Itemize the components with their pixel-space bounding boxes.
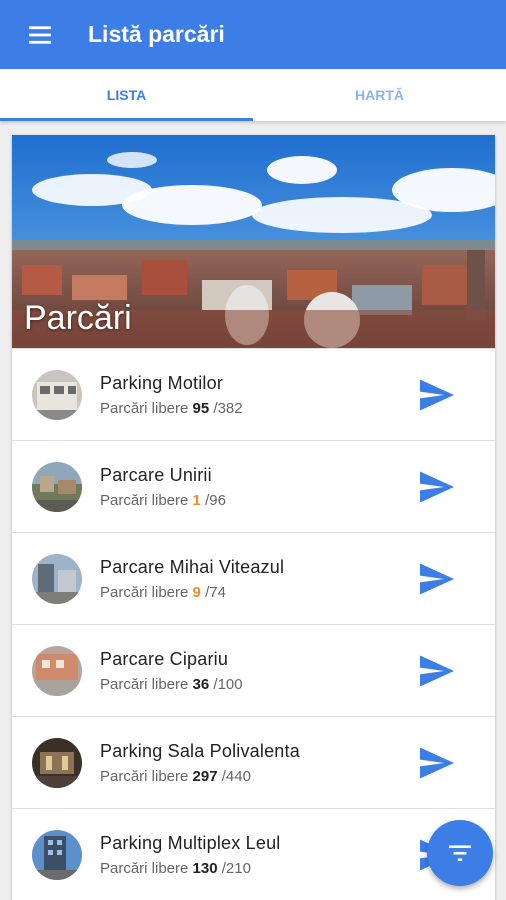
- navigate-button[interactable]: [407, 641, 467, 701]
- parking-thumbnail: [32, 737, 82, 788]
- parking-row-mihai-viteazul[interactable]: Parcare Mihai Viteazul Parcări libere 9 …: [12, 532, 495, 624]
- send-icon: [420, 563, 454, 594]
- filter-fab-button[interactable]: [427, 820, 493, 886]
- navigate-button[interactable]: [407, 457, 467, 517]
- parking-name: Parking Motilor: [100, 372, 224, 393]
- parking-thumbnail: [32, 553, 82, 604]
- filter-icon: [449, 845, 471, 862]
- app-bar: Listă parcări: [0, 0, 506, 69]
- parking-row-cipariu[interactable]: Parcare Cipariu Parcări libere 36 /100: [12, 624, 495, 716]
- parking-name: Parcare Cipariu: [100, 648, 229, 669]
- parking-name: Parking Multiplex Leul: [100, 832, 281, 853]
- parking-name: Parking Sala Polivalenta: [100, 740, 300, 761]
- parking-row-multiplex-leul[interactable]: Parking Multiplex Leul Parcări libere 13…: [12, 808, 495, 900]
- free-count: 95: [192, 399, 210, 417]
- free-count: 36: [192, 675, 210, 693]
- parking-availability: Parcări libere 95 /382: [100, 399, 243, 417]
- parking-row-unirii[interactable]: Parcare Unirii Parcări libere 1 /96: [12, 440, 495, 532]
- free-count: 297: [192, 767, 218, 785]
- hero-banner: Parcări: [12, 135, 495, 348]
- send-icon: [420, 379, 454, 410]
- total-count: /440: [221, 767, 251, 785]
- parking-availability: Parcări libere 297 /440: [100, 767, 251, 785]
- hero-title: Parcări: [24, 299, 132, 337]
- send-icon: [420, 655, 454, 686]
- free-count: 9: [192, 583, 201, 601]
- parking-row-motilor[interactable]: Parking Motilor Parcări libere 95 /382: [12, 348, 495, 440]
- parking-list-card: Parcări Parking Motilor Parcări libere 9…: [12, 135, 495, 900]
- total-count: /210: [221, 859, 251, 877]
- parking-name: Parcare Mihai Viteazul: [100, 556, 285, 577]
- tab-lista[interactable]: LISTA: [0, 69, 253, 121]
- parking-availability: Parcări libere 9 /74: [100, 583, 226, 601]
- navigate-button[interactable]: [407, 549, 467, 609]
- parking-thumbnail: [32, 461, 82, 512]
- total-count: /100: [213, 675, 243, 693]
- navigate-button[interactable]: [407, 365, 467, 425]
- free-count: 1: [192, 491, 201, 509]
- parking-name: Parcare Unirii: [100, 464, 212, 485]
- total-count: /96: [205, 491, 226, 509]
- navigate-button[interactable]: [407, 733, 467, 793]
- total-count: /74: [205, 583, 226, 601]
- parking-availability: Parcări libere 36 /100: [100, 675, 243, 693]
- total-count: /382: [213, 399, 243, 417]
- menu-button[interactable]: [0, 0, 80, 69]
- page-title: Listă parcări: [88, 21, 225, 47]
- send-icon: [420, 471, 454, 502]
- parking-availability: Parcări libere 1 /96: [100, 491, 226, 509]
- free-count: 130: [192, 859, 218, 877]
- menu-icon: [29, 25, 51, 44]
- send-icon: [420, 747, 454, 778]
- tab-harta[interactable]: HARTĂ: [253, 69, 506, 121]
- parking-row-sala-polivalenta[interactable]: Parking Sala Polivalenta Parcări libere …: [12, 716, 495, 808]
- tab-bar: LISTA HARTĂ: [0, 69, 506, 121]
- parking-thumbnail: [32, 829, 82, 880]
- parking-thumbnail: [32, 369, 82, 420]
- parking-availability: Parcări libere 130 /210: [100, 859, 251, 877]
- parking-thumbnail: [32, 645, 82, 696]
